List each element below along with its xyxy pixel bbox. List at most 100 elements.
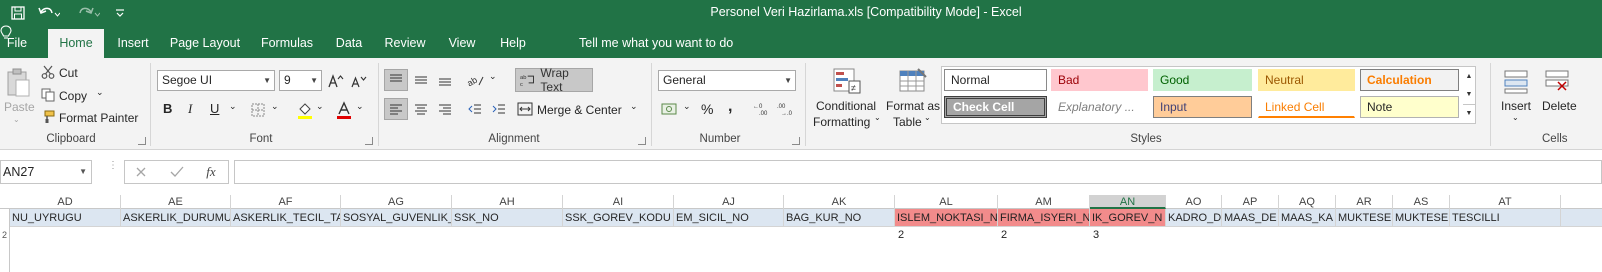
enter-icon[interactable]: [167, 163, 187, 181]
cut-button[interactable]: Cut: [59, 66, 78, 80]
increase-decimal-icon[interactable]: ←0.00: [752, 99, 774, 119]
row-header[interactable]: [0, 209, 10, 227]
font-name-select[interactable]: Segoe UI ▼: [157, 70, 275, 91]
column-header[interactable]: AO: [1166, 195, 1222, 209]
style-check-cell[interactable]: Check Cell: [944, 96, 1047, 118]
gallery-more-icon[interactable]: ▼: [1463, 104, 1475, 122]
number-format-select[interactable]: General ▼: [658, 70, 796, 91]
table-cell[interactable]: SSK_GOREV_KODU: [563, 209, 674, 227]
table-cell-highlighted[interactable]: FIRMA_ISYERI_N: [998, 209, 1090, 227]
accounting-format-icon[interactable]: [660, 99, 680, 119]
tab-help[interactable]: Help: [494, 25, 532, 58]
alignment-launcher-icon[interactable]: [638, 137, 646, 145]
font-launcher-icon[interactable]: [365, 137, 373, 145]
cell-value[interactable]: 3: [1093, 227, 1099, 243]
tab-formulas[interactable]: Formulas: [254, 25, 320, 58]
insert-cells-button[interactable]: Insert: [1501, 99, 1531, 113]
column-header[interactable]: AQ: [1279, 195, 1336, 209]
tab-home[interactable]: Home: [48, 29, 104, 58]
gallery-scroll-up-icon[interactable]: ▲: [1463, 67, 1475, 85]
formula-bar-resize-icon[interactable]: ⋮: [108, 161, 118, 181]
column-header[interactable]: AR: [1336, 195, 1393, 209]
style-normal[interactable]: Normal: [944, 69, 1047, 91]
table-cell-highlighted[interactable]: ISLEM_NOKTASI_N: [895, 209, 998, 227]
formula-input[interactable]: [234, 160, 1602, 184]
clipboard-launcher-icon[interactable]: [138, 137, 146, 145]
decrease-indent-icon[interactable]: [464, 98, 486, 120]
align-center-icon[interactable]: [410, 98, 432, 120]
style-linked-cell[interactable]: Linked Cell: [1258, 96, 1355, 118]
column-header[interactable]: AE: [121, 195, 231, 209]
column-header[interactable]: AH: [452, 195, 563, 209]
paste-button[interactable]: Paste: [4, 100, 35, 114]
column-header[interactable]: AJ: [674, 195, 784, 209]
format-as-table-label-1[interactable]: Format as: [886, 99, 940, 113]
delete-cells-icon[interactable]: [1542, 66, 1572, 96]
table-cell[interactable]: NU_UYRUGU: [10, 209, 121, 227]
italic-button[interactable]: I: [188, 101, 192, 117]
fill-color-icon[interactable]: [296, 100, 314, 120]
conditional-formatting-icon[interactable]: ≠: [830, 66, 864, 96]
tab-view[interactable]: View: [442, 25, 482, 58]
table-cell[interactable]: MAAS_KA: [1279, 209, 1336, 227]
table-cell[interactable]: EM_SICIL_NO: [674, 209, 784, 227]
cut-icon[interactable]: [40, 64, 56, 80]
delete-cells-button[interactable]: Delete: [1542, 99, 1577, 113]
font-size-select[interactable]: 9 ▼: [279, 70, 322, 91]
column-header-selected[interactable]: AN: [1090, 195, 1166, 209]
table-cell[interactable]: SSK_NO: [452, 209, 563, 227]
format-painter-button[interactable]: Format Painter: [59, 111, 138, 125]
column-header[interactable]: AL: [895, 195, 998, 209]
conditional-formatting-dropdown-icon[interactable]: ⌄: [874, 113, 881, 122]
font-color-dropdown-icon[interactable]: ⌄: [356, 101, 364, 112]
decrease-font-icon[interactable]: [350, 72, 368, 90]
table-cell[interactable]: MUKTESE: [1336, 209, 1393, 227]
wrap-text-button[interactable]: ab c Wrap Text: [515, 66, 593, 94]
insert-function-button[interactable]: fx: [201, 163, 221, 181]
borders-dropdown-icon[interactable]: ⌄: [271, 101, 279, 112]
merge-center-button[interactable]: Merge & Center: [537, 103, 622, 117]
tab-data[interactable]: Data: [330, 25, 368, 58]
insert-cells-icon[interactable]: [1501, 66, 1531, 96]
table-cell[interactable]: ASKERLIK_DURUMU: [121, 209, 231, 227]
table-cell[interactable]: ASKERLIK_TECIL_TARI: [231, 209, 341, 227]
table-cell[interactable]: SOSYAL_GUVENLIK_K: [341, 209, 452, 227]
column-header[interactable]: AK: [784, 195, 895, 209]
style-input[interactable]: Input: [1153, 96, 1252, 118]
column-header[interactable]: AP: [1222, 195, 1279, 209]
conditional-formatting-label-1[interactable]: Conditional: [816, 99, 876, 113]
comma-style-button[interactable]: ,: [728, 98, 732, 116]
column-header[interactable]: AD: [10, 195, 121, 209]
style-calculation[interactable]: Calculation: [1360, 69, 1459, 91]
table-cell[interactable]: BAG_KUR_NO: [784, 209, 895, 227]
column-header[interactable]: AS: [1393, 195, 1450, 209]
font-color-icon[interactable]: [335, 100, 353, 120]
table-cell[interactable]: [1561, 209, 1602, 227]
cancel-icon[interactable]: [131, 163, 151, 181]
format-as-table-dropdown-icon[interactable]: ⌄: [924, 113, 931, 122]
style-explanatory[interactable]: Explanatory ...: [1051, 96, 1148, 118]
style-good[interactable]: Good: [1153, 69, 1252, 91]
tab-insert[interactable]: Insert: [110, 25, 156, 58]
row-header[interactable]: 2: [0, 227, 10, 243]
align-top-icon[interactable]: [384, 69, 408, 91]
align-bottom-icon[interactable]: [434, 69, 456, 91]
align-right-icon[interactable]: [434, 98, 456, 120]
column-header[interactable]: AI: [563, 195, 674, 209]
insert-dropdown-icon[interactable]: ⌄: [1512, 113, 1519, 122]
format-as-table-icon[interactable]: [896, 66, 930, 96]
increase-indent-icon[interactable]: [488, 98, 510, 120]
column-header[interactable]: AF: [231, 195, 341, 209]
tell-me-search[interactable]: Tell me what you want to do: [579, 25, 733, 58]
fill-color-dropdown-icon[interactable]: ⌄: [316, 101, 324, 112]
row-header[interactable]: [0, 243, 10, 272]
table-cell-highlighted[interactable]: IK_GOREV_N: [1090, 209, 1166, 227]
paste-icon[interactable]: [3, 66, 33, 100]
tab-review[interactable]: Review: [380, 25, 430, 58]
tab-page-layout[interactable]: Page Layout: [166, 25, 244, 58]
name-box[interactable]: AN27 ▼: [0, 160, 92, 184]
align-middle-icon[interactable]: [410, 69, 432, 91]
tab-file[interactable]: File: [0, 25, 34, 58]
copy-button[interactable]: Copy: [59, 89, 87, 103]
table-cell[interactable]: TESCILLI: [1450, 209, 1561, 227]
